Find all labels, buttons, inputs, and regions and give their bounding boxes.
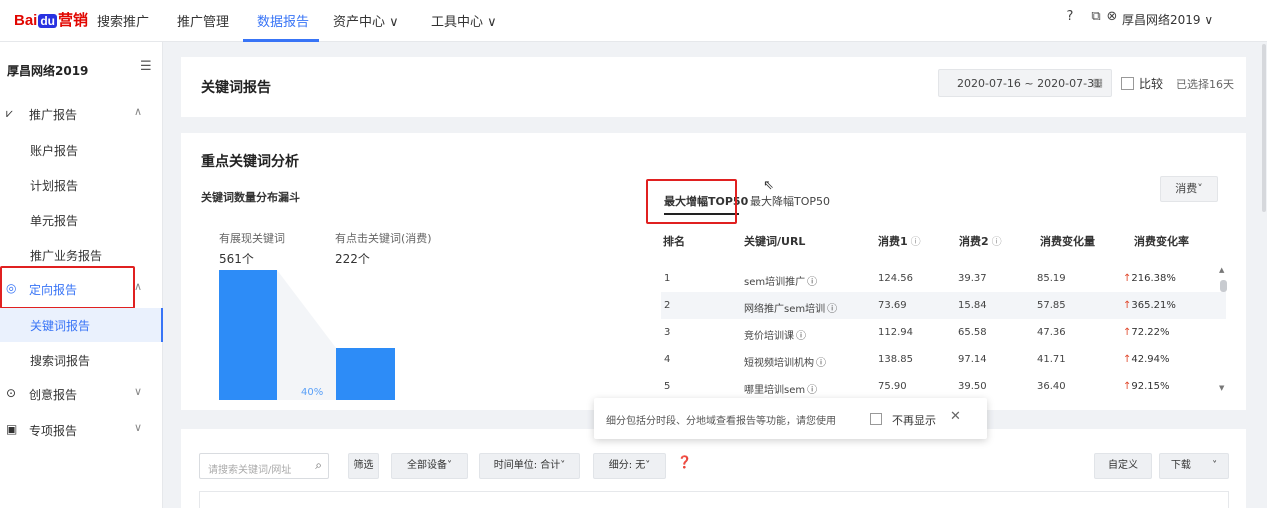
device-dropdown[interactable]: 全部设备˅ — [391, 453, 468, 479]
info-icon[interactable]: ⓘ — [796, 331, 806, 342]
info-icon[interactable]: ⓘ — [807, 385, 817, 396]
funnel-bar-impression — [219, 270, 277, 400]
info-icon[interactable]: ⓘ — [816, 358, 826, 369]
play-icon: ⊙ — [6, 386, 17, 400]
nav-data-report[interactable]: 数据报告 — [257, 11, 309, 30]
table-scrollbar[interactable]: ▲ ▼ — [1219, 266, 1227, 394]
feature-tip-toast: 细分包括分时段、分地域查看报告等功能，请您使用 不再显示 ✕ — [594, 398, 987, 439]
chevron-down-icon: ˅ — [1212, 460, 1218, 471]
chart-icon: ⩗ — [6, 106, 13, 120]
scroll-down-icon[interactable]: ▼ — [1219, 384, 1224, 392]
data-table — [199, 491, 1229, 508]
nav-active-indicator — [243, 39, 319, 42]
help-icon[interactable]: ⓘ — [911, 237, 921, 248]
info-icon[interactable]: ⓘ — [827, 304, 837, 315]
column-header-change-rate: 消费变化率 — [1134, 235, 1189, 248]
top-bar: Bai du 营销 搜索推广 推广管理 数据报告 资产中心 ∨ 工具中心 ∨ ? ⧉… — [0, 0, 1267, 42]
column-header-cost1: 消费1 ⓘ — [878, 235, 921, 248]
sidebar-item-unit-report[interactable]: 单元报告 — [30, 212, 78, 229]
metric-dropdown[interactable]: 消费˅ — [1160, 176, 1218, 202]
dont-show-again-label: 不再显示 — [892, 414, 936, 427]
chevron-down-icon: ∨ — [134, 421, 143, 434]
funnel-connector — [277, 270, 336, 400]
page-scrollbar[interactable] — [1262, 44, 1266, 212]
sidebar-item-search-term-report[interactable]: 搜索词报告 — [30, 352, 90, 369]
collapse-sidebar-icon[interactable]: ☰ — [140, 59, 152, 74]
report-icon: ▣ — [6, 422, 18, 436]
help-icon[interactable]: ⓘ — [992, 237, 1002, 248]
sidebar: 厚昌网络2019 ☰ ⩗ 推广报告 ∧ 账户报告 计划报告 单元报告 推广业务报… — [0, 42, 163, 508]
highlight-box-targeting — [0, 266, 135, 309]
sidebar-item-plan-report[interactable]: 计划报告 — [30, 177, 78, 194]
column-header-cost2: 消费2 ⓘ — [959, 235, 1002, 248]
keyword-analysis-card: 重点关键词分析 关键词数量分布漏斗 有展现关键词 561个 有点击关键词(消费)… — [181, 133, 1246, 410]
table-row[interactable]: 1 sem培训推广 ⓘ 124.56 39.37 85.19 ↑216.38% — [661, 265, 1226, 292]
chevron-up-icon: ∧ — [134, 105, 143, 118]
nav-tool-center[interactable]: 工具中心 ∨ — [431, 11, 497, 30]
sidebar-item-business-report[interactable]: 推广业务报告 — [30, 247, 102, 264]
report-header-card: 关键词报告 2020-07-16 ~ 2020-07-31 ▦ 比较 已选择16… — [181, 57, 1246, 117]
info-icon[interactable]: ⓘ — [807, 277, 817, 288]
account-menu[interactable]: 厚昌网络2019 ∨ — [1122, 11, 1213, 28]
sidebar-group-promotion-report[interactable]: ⩗ 推广报告 ∧ — [0, 97, 163, 131]
custom-columns-button[interactable]: 自定义 — [1094, 453, 1152, 479]
table-row[interactable]: 4 短视频培训机构 ⓘ 138.85 97.14 41.71 ↑42.94% — [661, 346, 1226, 373]
nav-asset-center[interactable]: 资产中心 ∨ — [333, 11, 399, 30]
funnel-chart — [219, 270, 395, 400]
breakdown-dropdown[interactable]: 细分: 无˅ — [593, 453, 666, 479]
column-header-keyword: 关键词/URL — [744, 235, 806, 248]
column-header-rank: 排名 — [663, 235, 685, 248]
funnel-bar-click — [336, 348, 395, 400]
selected-days-text: 已选择16天 — [1176, 78, 1234, 91]
sidebar-account-name: 厚昌网络2019 — [7, 64, 89, 78]
sidebar-item-account-report[interactable]: 账户报告 — [30, 142, 78, 159]
tab-top-decrease[interactable]: 最大降幅TOP50 — [750, 193, 830, 209]
dont-show-again-checkbox[interactable] — [870, 413, 882, 425]
close-icon[interactable]: ✕ — [950, 409, 961, 424]
chevron-down-icon: ∨ — [134, 385, 143, 398]
highlight-box-tab — [646, 179, 737, 224]
product-name: 搜索推广 — [97, 15, 150, 30]
sidebar-item-keyword-report[interactable]: 关键词报告 — [30, 317, 90, 334]
table-row[interactable]: 2 网络推广sem培训 ⓘ 73.69 15.84 57.85 ↑365.21% — [661, 292, 1226, 319]
nav-promotion-management[interactable]: 推广管理 — [177, 11, 229, 30]
filter-button[interactable]: 筛选 — [348, 453, 379, 479]
scroll-up-icon[interactable]: ▲ — [1219, 266, 1224, 274]
mouse-cursor-icon: ⇖ — [763, 178, 774, 193]
column-header-cost-change: 消费变化量 — [1040, 235, 1095, 248]
compare-checkbox[interactable] — [1121, 77, 1134, 90]
date-range-picker[interactable]: 2020-07-16 ~ 2020-07-31 ▦ — [938, 69, 1112, 97]
toast-message: 细分包括分时段、分地域查看报告等功能，请您使用 — [606, 416, 836, 427]
help-icon[interactable]: ? — [1063, 10, 1077, 24]
funnel-conversion-percent: 40% — [301, 387, 324, 398]
chevron-up-icon: ∧ — [134, 280, 143, 293]
scroll-thumb[interactable] — [1220, 280, 1227, 292]
keyword-table-card: 请搜索关键词/网址 ⌕ 筛选 全部设备˅ 时间单位: 合计˅ 细分: 无˅ ❓ … — [181, 429, 1246, 508]
user-icon[interactable]: ⊗ — [1105, 10, 1119, 24]
baidu-marketing-logo[interactable]: Bai du 营销 — [14, 9, 88, 30]
search-input[interactable]: 请搜索关键词/网址 ⌕ — [199, 453, 329, 479]
page-title: 关键词报告 — [201, 80, 271, 96]
sidebar-group-special-report[interactable]: ▣ 专项报告 ∨ — [0, 413, 163, 447]
search-icon[interactable]: ⌕ — [315, 458, 322, 473]
breakdown-help-icon[interactable]: ❓ — [677, 455, 692, 469]
table-row[interactable]: 5 哪里培训sem ⓘ 75.90 39.50 36.40 ↑92.15% — [661, 373, 1226, 400]
copy-icon[interactable]: ⧉ — [1089, 10, 1103, 24]
sidebar-group-creative-report[interactable]: ⊙ 创意报告 ∨ — [0, 377, 163, 411]
table-row[interactable]: 3 竞价培训课 ⓘ 112.94 65.58 47.36 ↑72.22% — [661, 319, 1226, 346]
paw-icon: du — [38, 14, 58, 28]
download-button[interactable]: 下载 ˅ — [1159, 453, 1229, 479]
time-unit-dropdown[interactable]: 时间单位: 合计˅ — [479, 453, 580, 479]
compare-label: 比较 — [1139, 77, 1164, 91]
calendar-icon: ▦ — [1092, 76, 1103, 89]
